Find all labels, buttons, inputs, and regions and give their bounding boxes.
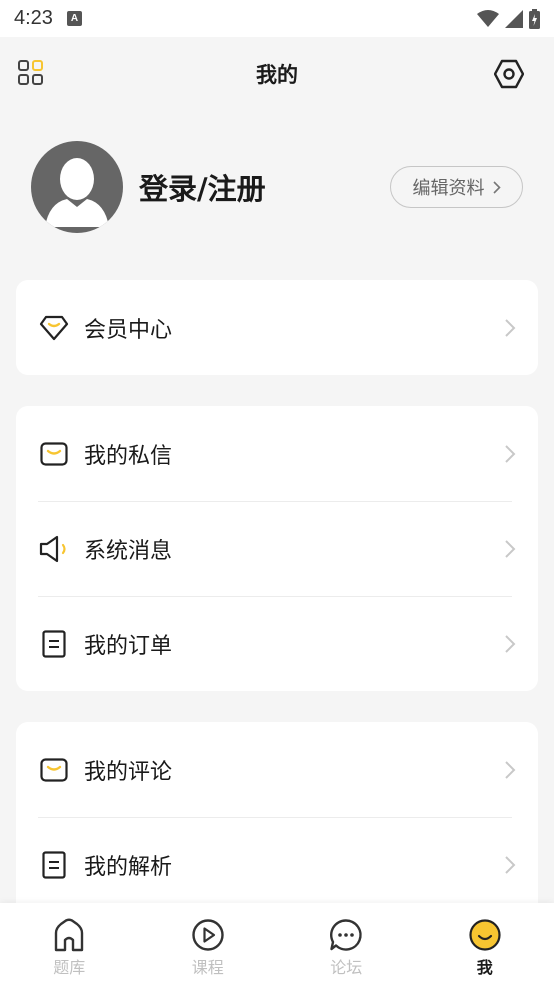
smile-icon xyxy=(469,919,501,951)
chevron-right-icon xyxy=(505,539,516,558)
message-icon xyxy=(38,438,70,470)
profile-section: 登录/注册 编辑资料 xyxy=(0,136,554,240)
tab-forum[interactable]: 论坛 xyxy=(277,903,416,984)
menu-item-my-analyses[interactable]: 我的解析 xyxy=(16,817,538,912)
chevron-right-icon xyxy=(505,634,516,653)
chevron-right-icon xyxy=(492,180,501,194)
tab-label: 课程 xyxy=(191,958,224,977)
login-register-link[interactable]: 登录/注册 xyxy=(139,166,266,208)
notification-icon: A xyxy=(66,11,82,26)
signal-icon xyxy=(505,9,523,28)
menu-item-label: 我的订单 xyxy=(84,633,173,659)
chevron-right-icon xyxy=(505,318,516,337)
edit-profile-button[interactable]: 编辑资料 xyxy=(390,166,523,208)
user-placeholder-icon xyxy=(45,158,109,227)
tab-question-bank[interactable]: 题库 xyxy=(0,903,139,984)
document-icon xyxy=(38,849,70,881)
status-indicators xyxy=(477,8,540,29)
home-icon xyxy=(55,918,84,952)
menu-item-orders[interactable]: 我的订单 xyxy=(16,596,538,691)
document-icon xyxy=(38,628,70,660)
chevron-right-icon xyxy=(505,760,516,779)
tab-label: 我 xyxy=(476,958,493,977)
edit-profile-label: 编辑资料 xyxy=(412,178,485,199)
membership-card: 会员中心 xyxy=(16,280,538,375)
tab-label: 论坛 xyxy=(330,958,363,977)
status-time: 4:23 xyxy=(14,7,53,29)
tab-label: 题库 xyxy=(53,958,86,977)
menu-item-membership[interactable]: 会员中心 xyxy=(16,280,538,375)
wifi-icon xyxy=(477,9,499,27)
menu-item-system-messages[interactable]: 系统消息 xyxy=(16,501,538,596)
tab-courses[interactable]: 课程 xyxy=(139,903,278,984)
menu-item-label: 系统消息 xyxy=(84,538,173,564)
menu-item-label: 我的解析 xyxy=(84,854,173,880)
menu-item-label: 会员中心 xyxy=(84,317,173,343)
comments-card: 我的评论 我的解析 xyxy=(16,722,538,922)
menu-item-label: 我的评论 xyxy=(84,759,173,785)
messages-card: 我的私信 系统消息 我的订单 xyxy=(16,406,538,691)
grid-menu-icon[interactable] xyxy=(18,60,44,86)
bottom-tab-bar: 题库 课程 论坛 我 xyxy=(0,903,554,984)
top-bar: 我的 xyxy=(0,37,554,111)
message-icon xyxy=(38,754,70,786)
chevron-right-icon xyxy=(505,444,516,463)
chat-icon xyxy=(330,919,362,951)
play-icon xyxy=(192,919,224,951)
speaker-icon xyxy=(38,533,70,565)
avatar[interactable] xyxy=(31,141,123,233)
page-title: 我的 xyxy=(256,63,298,87)
menu-item-label: 我的私信 xyxy=(84,443,173,469)
chevron-right-icon xyxy=(505,855,516,874)
battery-icon xyxy=(529,8,540,29)
tab-me[interactable]: 我 xyxy=(416,903,554,984)
menu-item-my-comments[interactable]: 我的评论 xyxy=(16,722,538,817)
menu-item-private-messages[interactable]: 我的私信 xyxy=(16,406,538,501)
settings-icon[interactable] xyxy=(494,59,524,89)
diamond-icon xyxy=(38,312,70,344)
status-bar: 4:23 A xyxy=(0,0,554,37)
